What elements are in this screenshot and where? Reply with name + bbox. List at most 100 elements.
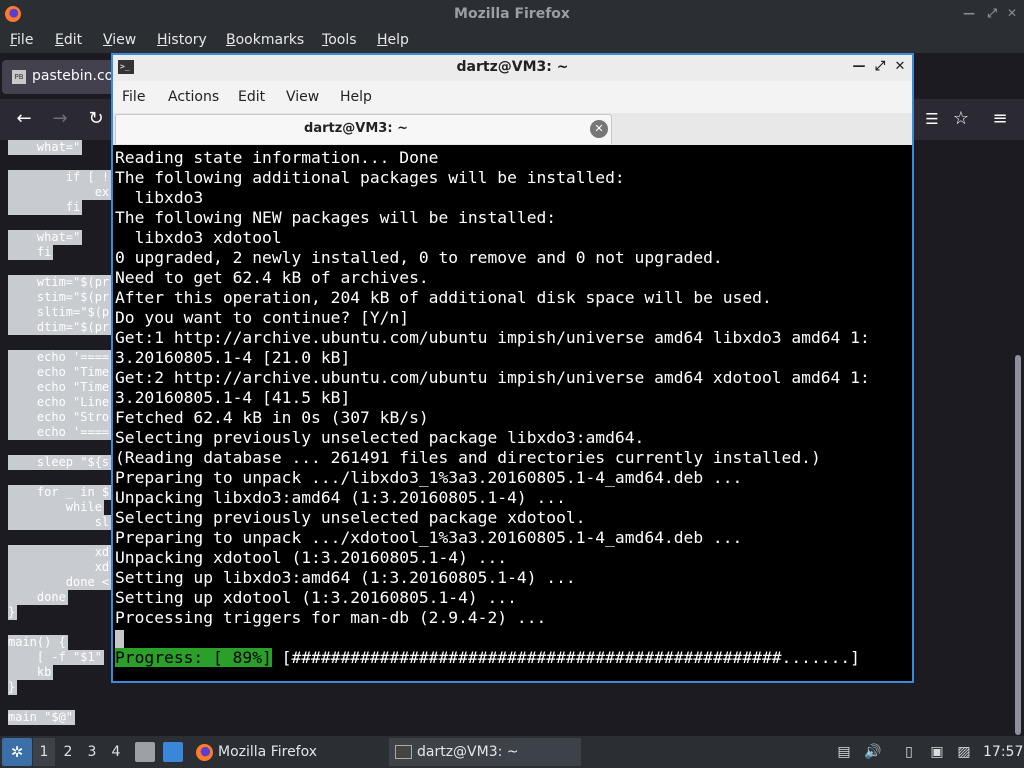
maximize-icon[interactable]: ⤢ <box>985 6 999 20</box>
code-line: done <box>8 590 68 605</box>
terminal-window-title: dartz@VM3: ~ <box>456 59 569 75</box>
code-line: sleep "${s <box>8 455 112 470</box>
terminal-line: Preparing to unpack .../xdotool_1%3a3.20… <box>115 528 743 547</box>
back-icon[interactable]: ← <box>12 107 36 131</box>
close-icon[interactable]: ✕ <box>1005 6 1019 20</box>
terminal-line: The following additional packages will b… <box>115 168 625 187</box>
minimize-icon[interactable]: — <box>962 6 976 20</box>
terminal-output[interactable]: Reading state information... Done The fo… <box>113 145 912 681</box>
code-line: xd <box>8 545 112 560</box>
code-line: wtim="$(pr <box>8 275 112 290</box>
app-menu-icon[interactable]: ≡ <box>988 107 1012 131</box>
code-line: dtim="$(pr <box>8 320 112 335</box>
bookmark-star-icon[interactable]: ☆ <box>949 107 973 131</box>
minimize-icon[interactable]: — <box>852 59 866 75</box>
application-menu-icon[interactable]: ✲ <box>2 738 32 766</box>
firefox-window-title: Mozilla Firefox <box>454 6 570 22</box>
terminal-line: 3.20160805.1-4 [21.0 kB] <box>115 348 351 367</box>
terminal-menu-file[interactable]: File <box>122 89 145 105</box>
tab-pastebin[interactable]: PB pastebin.co <box>2 60 120 94</box>
code-line: echo "Stro <box>8 410 112 425</box>
terminal-titlebar[interactable]: >_ dartz@VM3: ~ — ⤢ ✕ <box>113 55 912 81</box>
terminal-menu-edit[interactable]: Edit <box>238 89 265 105</box>
page-scrollbar[interactable] <box>1015 355 1021 735</box>
terminal-line: Preparing to unpack .../libxdo3_1%3a3.20… <box>115 468 743 487</box>
menu-view[interactable]: View <box>103 32 136 48</box>
pastebin-favicon-icon: PB <box>12 70 26 84</box>
volume-icon[interactable]: 🔊 <box>864 742 882 762</box>
terminal-line: Unpacking libxdo3:amd64 (1:3.20160805.1-… <box>115 488 566 507</box>
terminal-tab[interactable]: dartz@VM3: ~ ✕ <box>115 114 612 144</box>
terminal-line: Setting up xdotool (1:3.20160805.1-4) ..… <box>115 588 517 607</box>
close-icon[interactable]: ✕ <box>893 59 907 75</box>
workspace-2[interactable]: 2 <box>57 738 79 766</box>
reader-view-icon[interactable]: ☰ <box>920 107 944 131</box>
terminal-line: Selecting previously unselected package … <box>115 508 586 527</box>
menu-tools[interactable]: Tools <box>322 32 357 48</box>
code-line: [ -f "$1" <box>8 650 104 665</box>
code-line: } <box>8 605 18 620</box>
code-line: ex <box>8 185 112 200</box>
code-line: for _ in $ <box>8 485 112 500</box>
terminal-line: 3.20160805.1-4 [41.5 kB] <box>115 388 351 407</box>
terminal-line: Need to get 62.4 kB of archives. <box>115 268 429 287</box>
workspace-4[interactable]: 4 <box>105 738 127 766</box>
workspace-3[interactable]: 3 <box>81 738 103 766</box>
close-tab-icon[interactable]: ✕ <box>590 120 608 138</box>
terminal-tab-label: dartz@VM3: ~ <box>304 121 408 136</box>
code-line: sl <box>8 515 112 530</box>
code-line: echo '==== <box>8 425 112 440</box>
notifications-icon[interactable]: ▨ <box>955 742 973 762</box>
terminal-line: (Reading database ... 261491 files and d… <box>115 448 821 467</box>
menu-history[interactable]: History <box>157 32 207 48</box>
terminal-menu-view[interactable]: View <box>286 89 319 105</box>
menu-file[interactable]: File <box>10 32 33 48</box>
code-line: sltim="$(p <box>8 305 112 320</box>
progress-bar: [#######################################… <box>271 648 860 667</box>
terminal-line: Unpacking xdotool (1:3.20160805.1-4) ... <box>115 548 508 567</box>
code-line: what=" <box>8 140 83 155</box>
code-line: stim="$(pr <box>8 290 112 305</box>
clock[interactable]: 17:57 <box>983 744 1023 760</box>
menu-bookmarks[interactable]: Bookmarks <box>226 32 304 48</box>
reload-icon[interactable]: ↻ <box>84 107 108 131</box>
clipboard-icon[interactable]: ▯ <box>900 742 918 762</box>
terminal-line: Fetched 62.4 kB in 0s (307 kB/s) <box>115 408 429 427</box>
workspace-1[interactable]: 1 <box>33 738 55 766</box>
terminal-cursor <box>115 629 124 648</box>
menu-help[interactable]: Help <box>377 32 409 48</box>
show-desktop-icon[interactable] <box>163 742 183 762</box>
code-line: echo "Line <box>8 395 112 410</box>
terminal-line: Do you want to continue? [Y/n] <box>115 308 410 327</box>
task-firefox[interactable]: Mozilla Firefox <box>193 738 385 766</box>
progress-line: Progress: [ 89%] [######################… <box>115 648 912 668</box>
update-notifier-icon[interactable]: ▤ <box>835 742 853 762</box>
code-line: kb <box>8 665 54 680</box>
code-line: xd <box>8 560 112 575</box>
code-line: what=" <box>8 230 83 245</box>
terminal-line: Setting up libxdo3:amd64 (1:3.20160805.1… <box>115 568 576 587</box>
task-terminal-label: dartz@VM3: ~ <box>417 744 519 760</box>
terminal-line: After this operation, 204 kB of addition… <box>115 288 772 307</box>
maximize-icon[interactable]: ⤢ <box>873 59 887 75</box>
terminal-line: Selecting previously unselected package … <box>115 428 645 447</box>
terminal-line: libxdo3 <box>115 188 204 207</box>
terminal-line: Reading state information... Done <box>115 148 439 167</box>
terminal-line: Processing triggers for man-db (2.9.4-2)… <box>115 608 547 627</box>
terminal-menu-help[interactable]: Help <box>340 89 372 105</box>
terminal-line: Get:2 http://archive.ubuntu.com/ubuntu i… <box>115 368 870 387</box>
forward-icon[interactable]: → <box>48 107 72 131</box>
code-line: echo '==== <box>8 350 112 365</box>
code-line: echo "Time <box>8 380 112 395</box>
network-icon[interactable]: ▣ <box>928 742 946 762</box>
code-line: if [ ! <box>8 170 112 185</box>
task-terminal[interactable]: dartz@VM3: ~ <box>389 738 581 766</box>
terminal-menu-actions[interactable]: Actions <box>168 89 219 105</box>
terminal-window: >_ dartz@VM3: ~ — ⤢ ✕ File Actions Edit … <box>111 53 914 683</box>
code-line: while <box>8 500 104 515</box>
code-line: } <box>8 680 18 695</box>
menu-edit[interactable]: Edit <box>55 32 82 48</box>
code-line: main() { <box>8 635 68 650</box>
taskbar: ✲ 1 2 3 4 Mozilla Firefox dartz@VM3: ~ ▤… <box>0 736 1024 768</box>
file-manager-icon[interactable] <box>135 742 155 762</box>
